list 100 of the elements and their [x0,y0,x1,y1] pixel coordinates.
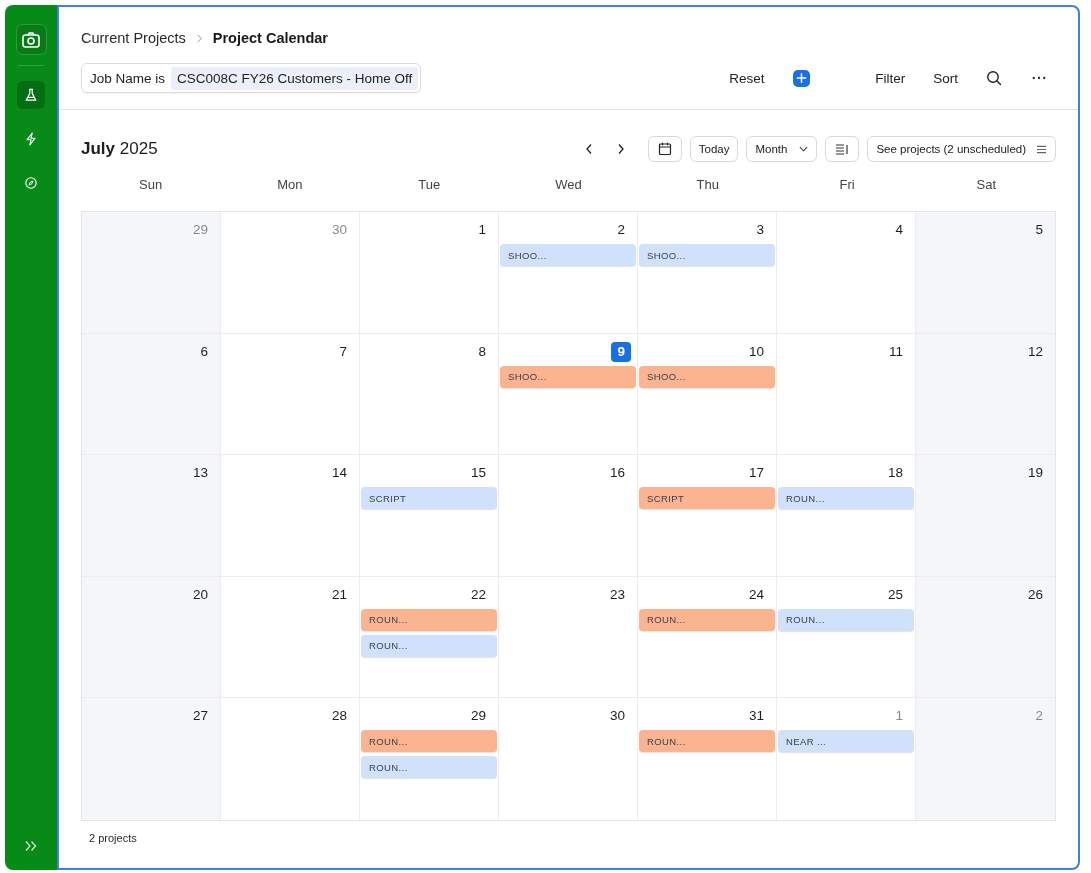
day-cell[interactable]: 31 ROUN... [638,698,777,820]
day-cell[interactable]: 18 ROUN... [777,455,916,577]
day-cell[interactable]: 24 ROUN... [638,576,777,699]
day-cell[interactable]: 27 [82,698,221,820]
day-cell[interactable]: 29 ROUN... ROUN... [360,698,499,820]
day-number: 24 [748,585,764,604]
camera-icon [21,29,41,50]
day-cell[interactable]: 22 ROUN... ROUN... [360,576,499,699]
day-cell[interactable]: 15 SCRIPT [360,455,499,577]
menu-icon [1036,144,1047,154]
day-cell[interactable]: 10 SHOO... [638,333,777,456]
day-cell[interactable]: 9 SHOO... [499,333,638,456]
chevron-icon [195,33,203,43]
day-number: 29 [470,707,486,726]
day-number: 11 [889,342,903,361]
day-cell[interactable]: 16 [499,455,638,577]
search-icon[interactable] [986,70,1002,86]
calendar-button[interactable] [647,136,682,162]
event-chip[interactable]: ROUN... [361,756,497,779]
see-projects-button[interactable]: See projects (2 unscheduled) [867,136,1056,162]
event-chip[interactable]: SHOO... [639,365,775,388]
day-cell[interactable]: 1 NEAR ... [777,698,916,820]
day-number: 17 [748,464,764,483]
event-chip[interactable]: SCRIPT [639,487,775,510]
day-cell[interactable]: 17 SCRIPT [638,455,777,577]
breadcrumb-link[interactable]: Current Projects [81,30,186,46]
bolt-icon [23,131,39,147]
event-chip[interactable]: NEAR ... [778,730,914,753]
day-cell[interactable]: 19 [916,455,1055,577]
day-cell[interactable]: 6 [82,333,221,456]
event-chip[interactable]: SHOO... [500,244,636,266]
event-chip[interactable]: SCRIPT [361,487,497,510]
day-cell[interactable]: 5 [916,212,1055,334]
day-cell[interactable]: 21 [221,576,360,699]
day-number: 31 [748,707,764,726]
page-title: Project Calendar [212,30,328,46]
day-number: 3 [756,221,764,239]
list-icon [835,143,850,155]
day-number: 23 [609,585,625,604]
sidebar-item[interactable] [17,81,45,109]
list-view-button[interactable] [825,136,860,162]
day-number: 26 [1027,585,1043,604]
day-cell[interactable]: 13 [82,455,221,577]
compass-icon [23,175,39,191]
day-cell[interactable]: 26 [916,576,1055,699]
day-number: 16 [609,464,625,483]
day-cell[interactable]: 23 [499,576,638,699]
weekday-label: Wed [555,176,582,192]
expand-icon[interactable] [24,840,38,852]
day-number: 12 [1027,342,1043,361]
filter-button[interactable]: Filter [875,70,906,86]
weekday-label: Tue [418,176,441,192]
sort-button[interactable]: Sort [933,70,958,86]
more-icon[interactable] [1032,76,1046,80]
filter-label: Job Name is [90,70,166,86]
event-chip[interactable]: ROUN... [639,730,775,753]
day-cell[interactable]: 30 [499,698,638,820]
event-chip[interactable]: ROUN... [361,634,497,657]
day-number: 2 [1035,707,1043,726]
day-cell[interactable]: 28 [221,698,360,820]
flask-icon [23,87,39,103]
day-cell[interactable]: 25 ROUN... [777,576,916,699]
weekday-label: Fri [839,176,855,192]
reset-button[interactable]: Reset [729,70,765,86]
add-button[interactable] [792,69,810,87]
day-number: 22 [470,585,486,604]
event-chip[interactable]: ROUN... [361,730,497,753]
event-chip[interactable]: ROUN... [778,487,914,510]
today-button[interactable]: Today [689,136,739,162]
day-number: 14 [331,464,347,483]
day-cell[interactable]: 1 [360,212,499,334]
day-cell[interactable]: 8 [360,333,499,456]
day-cell[interactable]: 2 SHOO... [499,212,638,334]
day-number: 25 [887,585,903,604]
day-cell[interactable]: 20 [82,576,221,699]
day-number: 1 [478,221,486,239]
day-number: 27 [192,707,208,726]
home-button[interactable] [15,24,47,55]
day-number: 5 [1035,221,1043,239]
event-chip[interactable]: SHOO... [639,244,775,266]
day-number: 4 [895,221,903,239]
day-number: 30 [609,707,625,726]
weekday-label: Sun [139,176,163,192]
day-number: 28 [331,707,347,726]
day-number: 20 [192,585,208,604]
weekday-label: Sat [976,176,997,192]
day-cell[interactable]: 30 [221,212,360,334]
event-chip[interactable]: ROUN... [361,608,497,631]
day-cell[interactable]: 7 [221,333,360,456]
event-chip[interactable]: SHOO... [500,365,636,388]
day-cell[interactable]: 12 [916,333,1055,456]
day-cell[interactable]: 3 SHOO... [638,212,777,334]
day-number: 2 [617,221,625,239]
day-cell[interactable]: 14 [221,455,360,577]
day-number: 15 [470,464,486,483]
view-dropdown[interactable]: Month [746,136,818,162]
event-chip[interactable]: ROUN... [778,608,914,631]
filter-chip[interactable]: Job Name is CSC008C FY26 Customers - Home Off [81,63,422,93]
event-chip[interactable]: ROUN... [639,608,775,631]
day-number: 6 [200,342,208,361]
